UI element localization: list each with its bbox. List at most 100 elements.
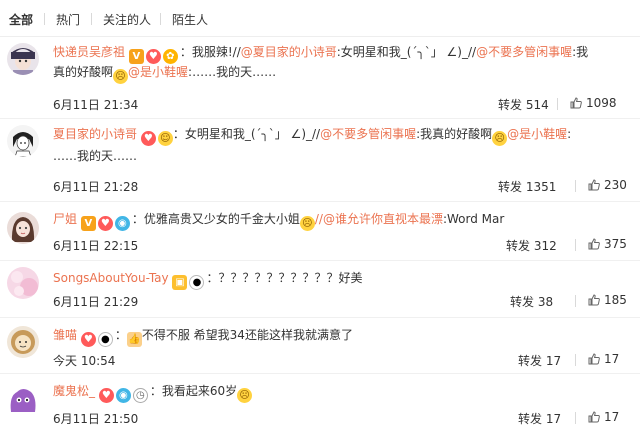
tab-strangers[interactable]: 陌生人 [172,11,208,28]
like-button[interactable]: 230 [588,178,627,192]
action-divider [575,354,576,366]
tab-divider [160,13,161,25]
verified-icon: V [128,49,144,64]
comment-item: 雏喵 ♥ ● ：👍不得不服 希望我34还能这样我就满意了 今天 10:54 转发 1… [0,318,640,374]
comment-text-part: 真的好酸啊 [53,65,114,79]
thumbs-up-icon [588,238,600,250]
comment-text: 魔鬼松_ ♥ ◉ ◷ ：我看起来60岁 ☹ [53,382,253,403]
like-count: 17 [604,410,620,424]
mention-link[interactable]: @是小鞋喔 [507,127,567,141]
comment-item: 魔鬼松_ ♥ ◉ ◷ ：我看起来60岁 ☹ 6月11日 21:50 转发 17 17 [0,374,640,436]
username-link[interactable]: 夏目家的小诗哥 [53,127,137,141]
repost-label: 转发 [518,412,543,426]
comment-time: 今天 10:54 [53,354,116,368]
comment-item: SongsAboutYou-Tay ▣ ● ：？？？？？？？？？？好美 6月11日 … [0,261,640,318]
member-heart-icon: ♥ [98,388,114,403]
sour-face-emoji-icon: ☹ [113,69,129,84]
thumbs-up-icon [588,179,600,191]
comment-text-line2: ……我的天…… [53,147,137,165]
like-button[interactable]: 375 [588,237,627,251]
comment-time: 6月11日 21:34 [53,98,139,112]
repost-button[interactable]: 转发 17 [518,352,561,369]
tab-divider [91,13,92,25]
action-divider [575,295,576,307]
comment-text: 夏目家的小诗哥 ♥ ☺ ：女明星和我_(´╮`」 ∠)_//@不要多管闲事喔:我真的… [53,125,571,146]
like-button[interactable]: 17 [588,410,619,424]
comment-text-part: : [567,127,572,141]
sour-face-emoji-icon: ☹ [492,131,508,146]
comment-time: 6月11日 21:29 [53,295,139,309]
comment-text-part: :Word Mar [442,212,505,226]
comment-text: 雏喵 ♥ ● ：👍不得不服 希望我34还能这样我就满意了 [53,326,353,347]
like-count: 375 [604,237,627,251]
member-heart-icon: ♥ [80,332,96,347]
comment-text: 尸姐 V ♥ ◉ ：优雅高贵又少女的千金大小姐 ☹//@谁允许你直视本最漂:Word M… [53,210,504,231]
tab-hot[interactable]: 热门 [56,11,80,28]
like-button[interactable]: 185 [588,293,627,307]
like-count: 17 [604,352,620,366]
like-count: 185 [604,293,627,307]
action-divider [575,412,576,424]
crying-emoji-icon: ☹ [299,216,315,231]
repost-button[interactable]: 转发 17 [518,410,561,427]
repost-button[interactable]: 转发 38 [510,293,553,310]
crying-emoji-icon: ☹ [237,388,253,403]
username-link[interactable]: SongsAboutYou-Tay [53,271,169,285]
mention-link[interactable]: //@谁允许你直视本最漂 [315,212,443,226]
action-divider [557,98,558,110]
action-divider [575,239,576,251]
comment-text-part: ：我看起来60岁 [149,384,238,398]
tab-all[interactable]: 全部 [9,11,33,28]
tab-divider [44,13,45,25]
avatar[interactable] [7,267,39,299]
repost-button[interactable]: 转发 1351 [498,178,556,195]
comment-text-part: :女明星和我_(´╮`」 ∠)_// [336,45,477,59]
like-button[interactable]: 1098 [570,96,617,110]
thumbs-up-icon [588,411,600,423]
repost-label: 转发 [498,180,523,194]
grinning-emoji-icon: ☺ [157,131,173,146]
repost-count: 514 [525,98,549,112]
mention-link[interactable]: @不要多管闲事喔 [476,45,572,59]
comment-text-part: ：女明星和我_(´╮`」 ∠)_// [172,127,321,141]
like-count: 230 [604,178,627,192]
repost-count: 312 [533,239,557,253]
mention-link[interactable]: @不要多管闲事喔 [320,127,416,141]
thumbs-up-icon [588,294,600,306]
action-divider [575,180,576,192]
panda-badge-icon: ● [97,332,113,347]
mention-link[interactable]: @是小鞋喔 [128,65,188,79]
comment-text-part: :我 [572,45,589,59]
repost-button[interactable]: 转发 312 [506,237,557,254]
avatar[interactable] [7,125,39,157]
repost-label: 转发 [518,354,543,368]
username-link[interactable]: 雏喵 [53,328,77,342]
repost-label: 转发 [498,98,523,112]
mention-link[interactable]: @夏目家的小诗哥 [241,45,337,59]
comment-text-part: :我真的好酸啊 [416,127,493,141]
clock-badge-icon: ◷ [132,388,148,403]
avatar[interactable] [7,382,39,414]
repost-button[interactable]: 转发 514 [498,96,549,113]
username-link[interactable]: 尸姐 [53,212,77,226]
member-heart-icon: ♥ [140,131,156,146]
comment-time: 6月11日 21:50 [53,412,139,426]
comment-text-part: ：？？？？？？？？？？好美 [206,271,363,285]
like-button[interactable]: 17 [588,352,619,366]
avatar[interactable] [7,326,39,358]
tab-following[interactable]: 关注的人 [103,11,151,28]
avatar[interactable] [7,43,39,75]
comment-time: 6月11日 22:15 [53,239,139,253]
member-heart-icon: ♥ [97,216,113,231]
repost-count: 17 [545,412,562,426]
username-link[interactable]: 魔鬼松_ [53,384,95,398]
comment-time: 6月11日 21:28 [53,180,139,194]
colon-text: ： [114,328,127,342]
avatar[interactable] [7,212,39,244]
repost-label: 转发 [506,239,531,253]
comment-text: 快递员吴彦祖 V ♥ ✿ ：我服辣!//@夏目家的小诗哥:女明星和我_(´╮`」 ∠)… [53,43,588,64]
username-link[interactable]: 快递员吴彦祖 [53,45,125,59]
panda-badge-icon: ● [189,275,205,290]
thumbs-up-emoji-icon: 👍 [126,332,142,347]
comment-text-line2: 真的好酸啊 ☹ @是小鞋喔:……我的天…… [53,63,276,84]
